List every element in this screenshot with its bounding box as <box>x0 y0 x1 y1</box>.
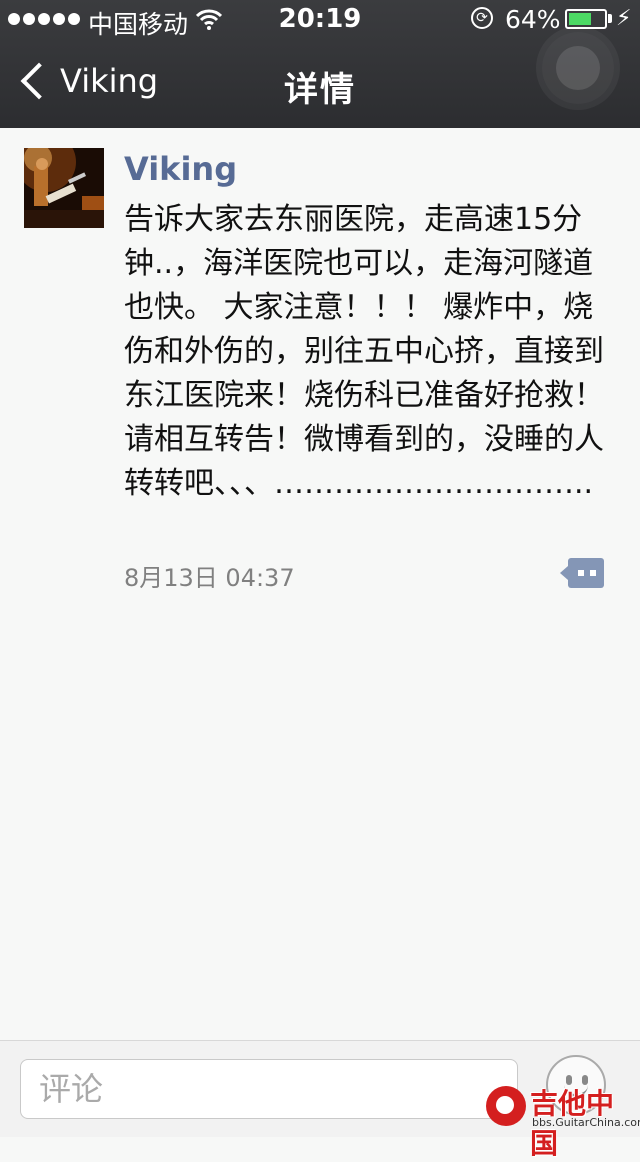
battery-fill <box>569 13 591 25</box>
post-author[interactable]: Viking <box>124 150 237 188</box>
comment-icon[interactable] <box>560 556 606 590</box>
nav-bar: Viking 详情 <box>0 32 640 128</box>
charging-icon: ⚡ <box>616 6 632 31</box>
rotation-lock-icon: ⟳ <box>471 7 493 29</box>
post-timestamp: 8月13日 04:37 <box>124 564 295 592</box>
avatar[interactable] <box>24 148 104 228</box>
comment-input[interactable] <box>20 1059 518 1119</box>
battery-tip <box>608 14 612 23</box>
watermark-url: bbs.GuitarChina.com <box>532 1116 640 1129</box>
battery-icon <box>565 9 607 29</box>
status-bar: 中国移动 20:19 ⟳ 64% ⚡ <box>0 0 640 40</box>
top-bar: 中国移动 20:19 ⟳ 64% ⚡ Viking 详情 <box>0 0 640 128</box>
assistive-touch-button[interactable] <box>542 32 614 104</box>
guitar-logo-icon <box>486 1086 526 1126</box>
watermark: 吉他中国 bbs.GuitarChina.com <box>486 1082 640 1160</box>
post-content: 告诉大家去东丽医院，走高速15分钟..，海洋医院也可以，走海河隧道也快。 大家注… <box>124 202 604 501</box>
battery-percent: 64% <box>505 5 561 34</box>
